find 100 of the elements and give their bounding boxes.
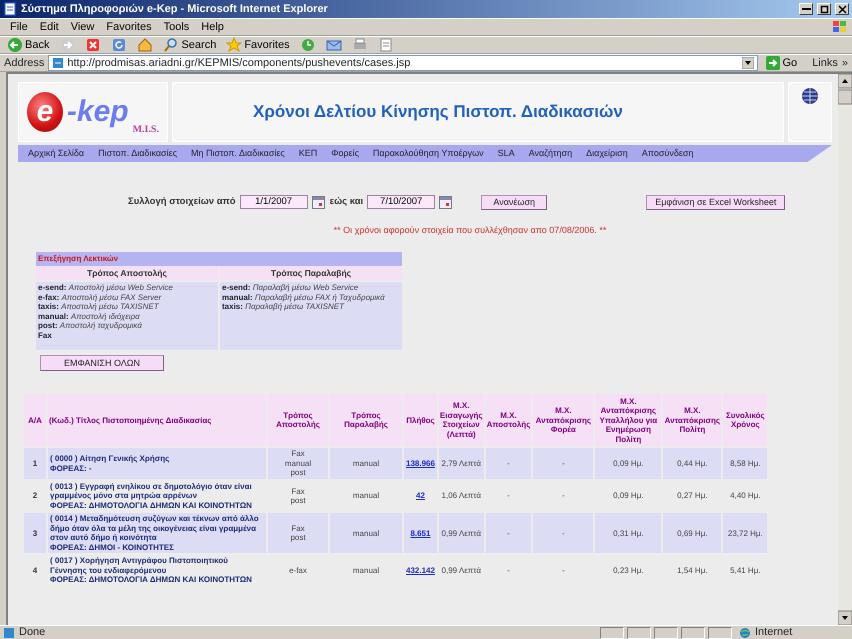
menu-item[interactable]: Help	[195, 18, 230, 36]
links-button[interactable]: Links	[812, 54, 838, 72]
close-button[interactable]	[835, 3, 849, 15]
send-method: post	[289, 533, 307, 543]
filter-label: εώς και	[330, 194, 364, 209]
legend-term[interactable]: post:	[38, 321, 58, 330]
dropdown-arrow-icon[interactable]	[742, 57, 754, 69]
address-label: Address	[4, 56, 44, 71]
nav-link[interactable]: Αποσύνδεση	[642, 146, 694, 160]
date-field[interactable]: 7/10/2007	[367, 195, 436, 209]
row-number: 3	[24, 513, 46, 554]
table-cell-text: -	[506, 490, 511, 502]
address-field[interactable]: http://prodmisas.ariadni.gr/KEPMIS/components/pushevents/cases.jsp	[48, 55, 758, 71]
agency-label: ΦΟΡΕΑΣ: ΔΗΜΟΤΟΛΟΓΙΑ ΔΗΜΩΝ ΚΑΙ ΚΟΙΝΟΤΗΤΩΝ	[50, 500, 253, 510]
legend-term[interactable]: e-fax:	[38, 292, 60, 302]
nav-link[interactable]: Παρακολούθηση Υποέργων	[372, 146, 484, 160]
magnifier-icon	[163, 37, 180, 53]
nav-link[interactable]: Αναζήτηση	[528, 146, 572, 160]
page-icon	[52, 57, 64, 69]
chevron-button[interactable]: »	[842, 54, 848, 72]
nav-link[interactable]: Πιστοπ. Διαδικασίες	[98, 146, 177, 160]
filter-label: Συλλογή στοιχείων από	[128, 194, 236, 209]
receive-method: manual	[330, 448, 402, 479]
table-cell-text: 0,99 Λεπτά	[440, 564, 482, 577]
status-pane	[600, 626, 624, 638]
close-icon	[838, 4, 846, 14]
windows-logo-icon	[832, 20, 848, 34]
calendar-button[interactable]	[439, 196, 454, 208]
send-method: post	[289, 496, 307, 506]
send-method: post	[289, 468, 307, 478]
column-header: Τρόπος Παραλαβής	[330, 394, 402, 446]
legend-term[interactable]: manual:	[222, 292, 253, 302]
search-button[interactable]: Search	[160, 36, 220, 54]
globe-emblem-icon	[801, 87, 819, 105]
agency-label: ΦΟΡΕΑΣ: ΔΗΜΟΤΟΛΟΓΙΑ ΔΗΜΩΝ ΚΑΙ ΚΟΙΝΟΤΗΤΩΝ	[50, 575, 253, 585]
send-method: e-fax	[288, 566, 308, 576]
clock-icon	[300, 37, 316, 53]
favorites-button[interactable]: Favorites	[223, 36, 293, 54]
column-header: Μ.Χ. Αποστολής	[486, 394, 532, 446]
table-cell: -	[533, 513, 594, 554]
calendar-button[interactable]	[312, 196, 326, 208]
legend-term[interactable]: e-send:	[38, 283, 66, 292]
nav-link[interactable]: Διαχείριση	[586, 146, 628, 160]
legend-term[interactable]: taxis:	[38, 302, 59, 312]
nav-link[interactable]: ΚΕΠ	[298, 146, 318, 160]
legend-entry: taxis: Αποστολή μέσω TAXISNET	[38, 302, 159, 312]
nav-link[interactable]: SLA	[498, 146, 515, 160]
go-button[interactable]: Go	[762, 54, 800, 72]
page-title: Χρόνοι Δελτίου Κίνησης Πιστοπ. Διαδικασιών	[253, 101, 623, 124]
nav-link[interactable]: Μη Πιστοπ. Διαδικασίες	[190, 146, 285, 160]
table-cell-text: -	[561, 564, 566, 577]
count-link[interactable]: 432.142	[406, 566, 435, 575]
nav-link[interactable]: Φορείς	[331, 146, 359, 160]
menu-item[interactable]: Favorites	[100, 18, 158, 36]
minimize-button[interactable]	[799, 3, 813, 15]
legend-heading: Τρόπος Παραλαβής	[220, 266, 402, 280]
status-text: Done	[3, 624, 46, 639]
menu-item[interactable]: Edit	[34, 18, 65, 36]
menu-item[interactable]: File	[4, 18, 34, 36]
page-icon	[3, 2, 17, 16]
table-cell: 2,79 Λεπτά	[438, 448, 484, 479]
star-icon	[226, 37, 242, 53]
table-cell: -	[486, 513, 532, 554]
count-link[interactable]: 42	[416, 491, 425, 500]
legend-term[interactable]: e-send:	[222, 283, 250, 292]
procedure-title: ( 0017 ) Χορήγηση Αντιγράφου Πιστοποιητικού Γέννησης του ενδιαφερόμενου	[50, 556, 229, 576]
column-header: Μ.Χ. Ανταπόκρισης Υπαλλήλου για Ενημέρωση Πολίτη	[595, 394, 662, 446]
table-cell: -	[486, 448, 532, 479]
column-header: (Κωδ.) Τίτλος Πιστοποιημένης Διαδικασίας	[48, 394, 266, 446]
receive-method: manual	[330, 513, 402, 554]
menu-item[interactable]: Tools	[158, 18, 196, 36]
legend-entry: taxis: Παραλαβή μέσω TAXISNET	[222, 302, 344, 312]
table-cell: 8,58 Ημ.	[723, 448, 768, 479]
nav-link[interactable]: Αρχική Σελίδα	[28, 146, 84, 160]
window-title: Σύστημα Πληροφοριών e-Kep - Microsoft Internet Explorer	[21, 2, 329, 17]
receive-method: manual	[352, 564, 380, 577]
table-cell-text: 4,40 Ημ.	[729, 490, 762, 502]
refresh-icon	[111, 37, 128, 53]
house-icon	[137, 37, 154, 53]
count-link[interactable]: 8.651	[410, 528, 430, 538]
back-button[interactable]: Back	[4, 36, 52, 54]
scrollbar-drawing[interactable]	[838, 74, 852, 625]
legend-entry: manual: Αποστολή ιδιόχειρα	[38, 312, 140, 321]
date-field[interactable]: 1/1/2007	[240, 195, 308, 209]
table-cell-text: 0,27 Ημ.	[676, 490, 709, 502]
legend-term[interactable]: manual:	[38, 312, 69, 321]
table-cell: 0,09 Ημ.	[595, 448, 662, 479]
legend-term[interactable]: Fax	[38, 330, 52, 340]
column-header: A/A	[24, 394, 46, 446]
refresh-button[interactable]: Ανανέωση	[481, 194, 548, 210]
legend-term[interactable]: taxis:	[222, 302, 243, 312]
maximize-button[interactable]	[817, 3, 831, 15]
minimize-icon	[802, 8, 810, 10]
show-all-button[interactable]: ΕΜΦΑΝΙΣΗ ΟΛΩΝ	[40, 355, 164, 372]
procedure-title: ( 0013 ) Εγγραφή ενηλίκου σε δημοτολόγιο όταν είναι γραμμένος μόνο στα μητρώα αρρένων	[50, 482, 253, 501]
column-header: Μ.Χ. Ανταπόκρισης Πολίτη	[663, 394, 722, 446]
table-cell-text: 1,06 Λεπτά	[440, 490, 482, 502]
table-cell-text: -	[506, 564, 511, 577]
excel-button[interactable]: Εμφάνιση σε Excel Worksheet	[646, 194, 786, 210]
menu-item[interactable]: View	[64, 18, 100, 36]
